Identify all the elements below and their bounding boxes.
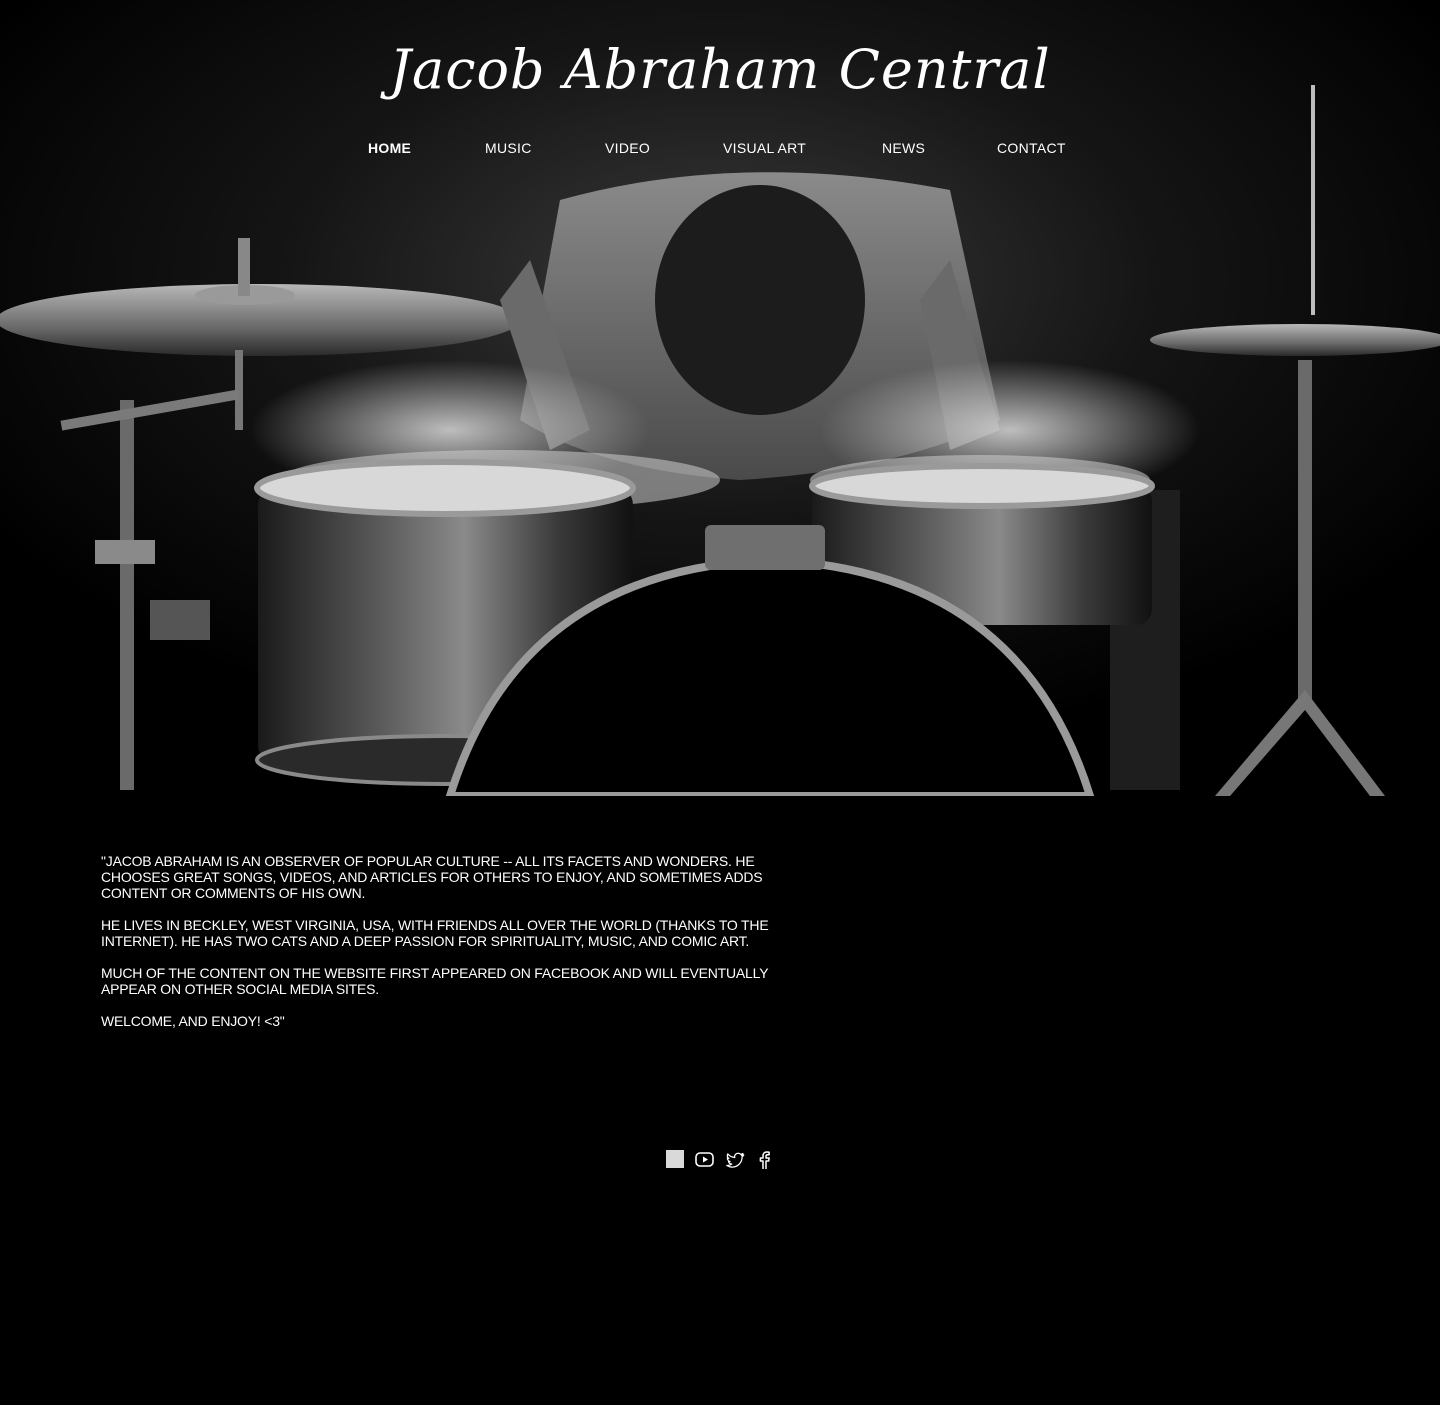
about-paragraph: HE LIVES IN BECKLEY, WEST VIRGINIA, USA,…	[101, 917, 769, 949]
facebook-icon[interactable]	[755, 1150, 775, 1170]
twitter-icon[interactable]	[725, 1150, 745, 1170]
nav-item-contact[interactable]: CONTACT	[997, 140, 1066, 156]
main-nav: HOME MUSIC VIDEO VISUAL ART NEWS CONTACT	[0, 140, 1440, 162]
nav-item-music[interactable]: MUSIC	[485, 140, 532, 156]
about-paragraph: "JACOB ABRAHAM IS AN OBSERVER OF POPULAR…	[101, 853, 763, 901]
nav-item-visual-art[interactable]: VISUAL ART	[723, 140, 806, 156]
youtube-icon[interactable]	[695, 1150, 715, 1170]
about-text: "JACOB ABRAHAM IS AN OBSERVER OF POPULAR…	[101, 853, 781, 1045]
drummer-photo	[0, 0, 1440, 796]
site-title[interactable]: Jacob Abraham Central	[0, 38, 1440, 101]
nav-item-news[interactable]: NEWS	[882, 140, 925, 156]
about-paragraph: WELCOME, AND ENJOY! <3"	[101, 1013, 285, 1029]
nav-item-video[interactable]: VIDEO	[605, 140, 650, 156]
nav-item-home[interactable]: HOME	[368, 140, 411, 156]
about-paragraph: MUCH OF THE CONTENT ON THE WEBSITE FIRST…	[101, 965, 769, 997]
hero-section: Jacob Abraham Central HOME MUSIC VIDEO V…	[0, 0, 1440, 796]
blank-square-icon[interactable]	[666, 1150, 686, 1170]
